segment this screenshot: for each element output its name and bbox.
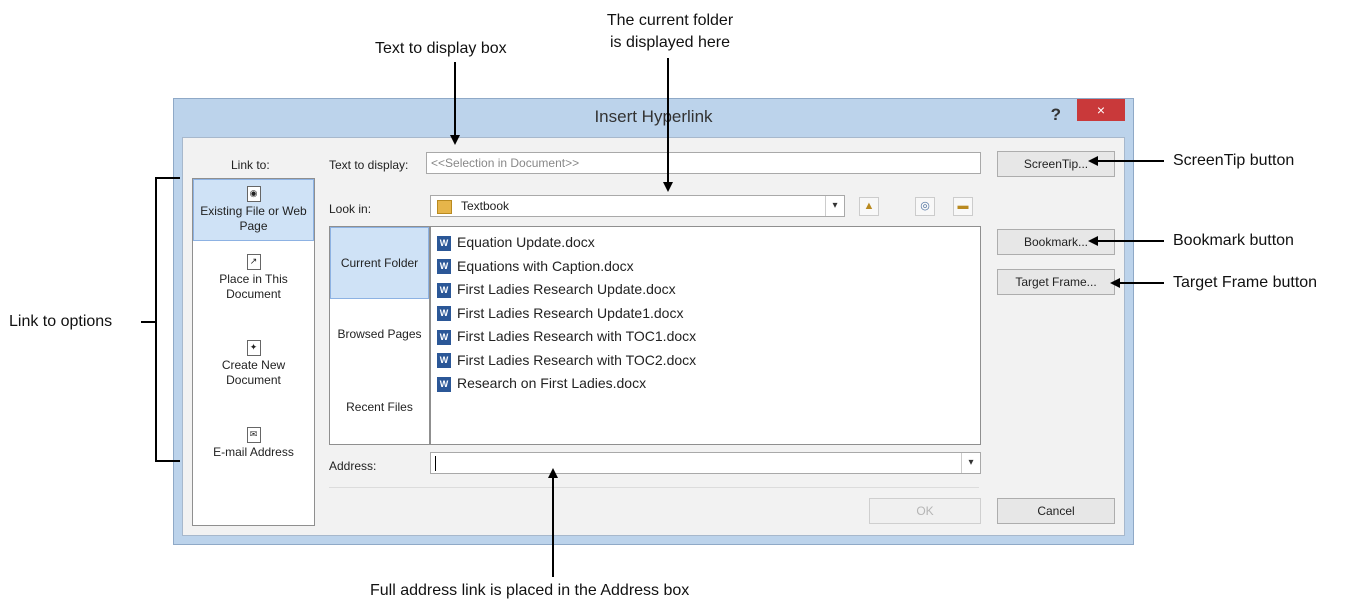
list-item[interactable]: W First Ladies Research with TOC1.docx [437, 325, 974, 349]
link-place-in-document-label: Place in This Document [219, 272, 288, 301]
word-document-icon: W [437, 329, 451, 345]
new-document-icon: ✦ [246, 340, 261, 356]
word-document-icon: W [437, 259, 451, 275]
list-item[interactable]: W Equations with Caption.docx [437, 255, 974, 279]
link-to-bar: ◉ Existing File or Web Page ↗ Place in T… [192, 178, 315, 526]
list-item[interactable]: W First Ladies Research with TOC2.docx [437, 349, 974, 373]
browse-web-icon[interactable]: ◎ [915, 197, 935, 216]
text-cursor [435, 456, 436, 471]
folder-icon [437, 200, 452, 214]
help-button[interactable]: ? [1051, 105, 1061, 125]
tab-recent-files[interactable]: Recent Files [330, 400, 429, 414]
link-existing-file-label: Existing File or Web Page [200, 204, 307, 233]
list-item[interactable]: W Research on First Ladies.docx [437, 372, 974, 396]
dialog-title: Insert Hyperlink [594, 107, 713, 126]
list-item[interactable]: W First Ladies Research Update.docx [437, 278, 974, 302]
callout-link-to-options: Link to options [9, 313, 113, 330]
place-in-document-icon: ↗ [246, 254, 261, 270]
insert-hyperlink-dialog: Insert Hyperlink ? × Link to: ◉ Existing… [173, 98, 1134, 545]
link-email-address[interactable]: ✉ E-mail Address [193, 427, 314, 460]
word-document-icon: W [437, 282, 451, 298]
link-create-new-document[interactable]: ✦ Create New Document [193, 340, 314, 388]
word-document-icon: W [437, 306, 451, 322]
close-button[interactable]: × [1077, 99, 1125, 121]
target-frame-button[interactable]: Target Frame... [997, 269, 1115, 295]
dialog-body: Link to: ◉ Existing File or Web Page ↗ P… [182, 137, 1125, 536]
callout-target-frame: Target Frame button [1173, 274, 1318, 291]
up-folder-icon[interactable]: ▲ [859, 197, 879, 216]
look-in-label: Look in: [329, 202, 372, 216]
chevron-down-icon[interactable]: ▾ [961, 453, 980, 473]
link-create-new-document-label: Create New Document [221, 358, 286, 387]
screentip-button[interactable]: ScreenTip... [997, 151, 1115, 177]
text-to-display-input[interactable]: <<Selection in Document>> [426, 152, 981, 174]
callout-bookmark: Bookmark button [1173, 232, 1294, 249]
text-to-display-label: Text to display: [329, 158, 409, 172]
address-label: Address: [329, 459, 377, 473]
text-to-display-value: <<Selection in Document>> [431, 156, 580, 170]
divider [329, 487, 979, 488]
word-document-icon: W [437, 235, 451, 251]
ok-button[interactable]: OK [869, 498, 981, 524]
address-input[interactable]: ▾ [430, 452, 981, 474]
callout-screentip: ScreenTip button [1173, 152, 1295, 169]
word-document-icon: W [437, 353, 451, 369]
look-in-select[interactable]: Textbook ▾ [430, 195, 845, 217]
file-name: First Ladies Research with TOC1.docx [457, 328, 697, 344]
file-name: Equation Update.docx [457, 234, 595, 250]
list-item[interactable]: W Equation Update.docx [437, 231, 974, 255]
word-document-icon: W [437, 376, 451, 392]
link-existing-file[interactable]: ◉ Existing File or Web Page [193, 179, 314, 241]
file-name: Equations with Caption.docx [457, 257, 634, 274]
email-icon: ✉ [246, 427, 261, 443]
file-name: First Ladies Research Update.docx [457, 281, 676, 297]
title-bar: Insert Hyperlink ? × [174, 99, 1133, 137]
view-tabs: Current Folder Browsed Pages Recent File… [329, 226, 430, 445]
link-email-address-label: E-mail Address [213, 445, 294, 459]
browse-file-icon[interactable]: ▬ [953, 197, 973, 216]
chevron-down-icon[interactable]: ▾ [825, 196, 844, 216]
file-web-icon: ◉ [246, 186, 261, 202]
tab-current-folder[interactable]: Current Folder [330, 227, 429, 299]
link-place-in-document[interactable]: ↗ Place in This Document [193, 254, 314, 302]
callout-address: Full address link is placed in the Addre… [370, 582, 690, 599]
bookmark-button[interactable]: Bookmark... [997, 229, 1115, 255]
cancel-button[interactable]: Cancel [997, 498, 1115, 524]
file-name: First Ladies Research with TOC2.docx [457, 351, 697, 368]
link-to-label: Link to: [231, 158, 270, 172]
list-item[interactable]: W First Ladies Research Update1.docx [437, 302, 974, 326]
file-name: First Ladies Research Update1.docx [457, 304, 684, 321]
tab-browsed-pages[interactable]: Browsed Pages [330, 327, 429, 341]
callout-current-folder: The current folder is displayed here [606, 12, 734, 51]
file-name: Research on First Ladies.docx [457, 375, 647, 391]
callout-text-to-display: Text to display box [375, 40, 507, 57]
file-list: W Equation Update.docx W Equations with Ca… [430, 226, 981, 445]
look-in-value: Textbook [461, 199, 510, 213]
